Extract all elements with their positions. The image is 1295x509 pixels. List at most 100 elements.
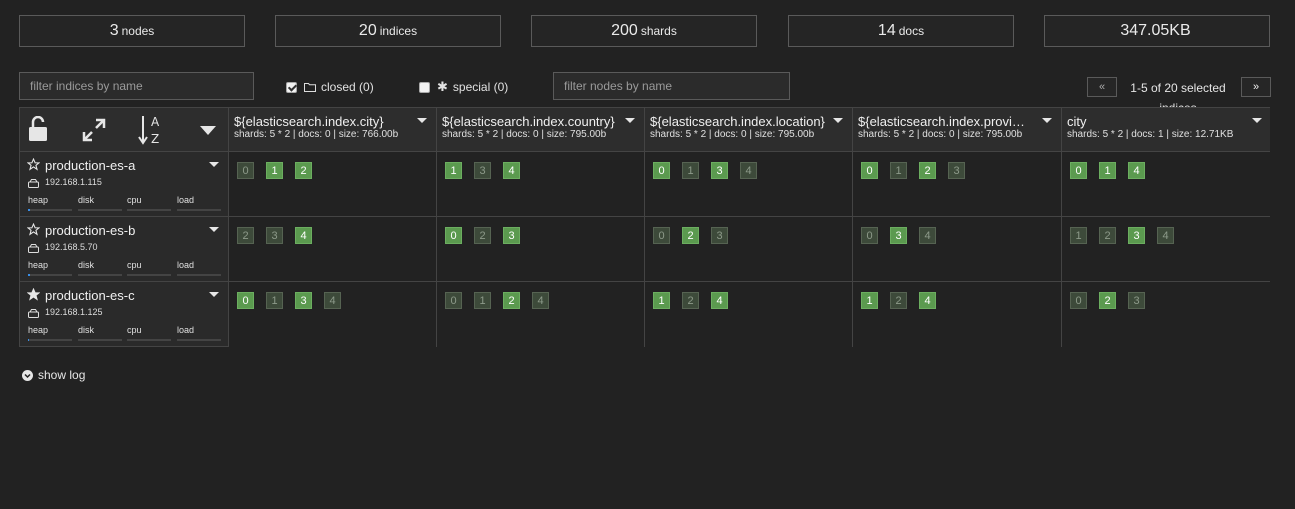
replica-shard[interactable]: 4	[740, 162, 757, 179]
svg-text:Z: Z	[151, 132, 159, 146]
show-log-toggle[interactable]: show log	[22, 368, 85, 382]
shard-list: 023	[653, 227, 740, 244]
replica-shard[interactable]: 1	[474, 292, 491, 309]
replica-shard[interactable]: 1	[890, 162, 907, 179]
index-name[interactable]: ${elasticsearch.index.location}	[650, 114, 835, 129]
primary-shard[interactable]: 0	[861, 162, 878, 179]
primary-shard[interactable]: 0	[445, 227, 462, 244]
index-menu-icon[interactable]	[833, 118, 843, 123]
replica-shard[interactable]: 0	[861, 227, 878, 244]
primary-shard[interactable]: 3	[1128, 227, 1145, 244]
node-menu-icon[interactable]	[209, 292, 219, 297]
primary-shard[interactable]: 2	[1099, 292, 1116, 309]
node-name[interactable]: production-es-a	[45, 158, 135, 173]
replica-shard[interactable]: 2	[682, 292, 699, 309]
primary-shard[interactable]: 0	[1070, 162, 1087, 179]
replica-shard[interactable]: 2	[237, 227, 254, 244]
expand-icon[interactable]	[82, 118, 106, 145]
primary-shard[interactable]: 2	[503, 292, 520, 309]
shard-cell: 124	[645, 282, 853, 347]
primary-shard[interactable]: 4	[503, 162, 520, 179]
node-cell: production-es-c 192.168.1.125 heap disk cp…	[20, 282, 229, 347]
replica-shard[interactable]: 4	[1157, 227, 1174, 244]
index-header[interactable]: ${elasticsearch.index.city} shards: 5 * …	[229, 108, 437, 152]
index-name[interactable]: ${elasticsearch.index.city}	[234, 114, 419, 129]
replica-shard[interactable]: 2	[1099, 227, 1116, 244]
primary-shard[interactable]: 4	[919, 292, 936, 309]
primary-shard[interactable]: 4	[711, 292, 728, 309]
index-header[interactable]: ${elasticsearch.index.location} shards: …	[645, 108, 853, 152]
star-icon[interactable]	[26, 222, 41, 239]
primary-shard[interactable]: 3	[503, 227, 520, 244]
primary-shard[interactable]: 3	[295, 292, 312, 309]
replica-shard[interactable]: 4	[532, 292, 549, 309]
replica-shard[interactable]: 2	[890, 292, 907, 309]
index-menu-icon[interactable]	[1252, 118, 1262, 123]
index-name[interactable]: city	[1067, 114, 1252, 129]
replica-shard[interactable]: 1	[266, 292, 283, 309]
unlock-icon[interactable]	[28, 115, 50, 145]
replica-shard[interactable]: 0	[653, 227, 670, 244]
metric-fill	[28, 209, 31, 211]
index-menu-icon[interactable]	[1042, 118, 1052, 123]
node-menu-icon[interactable]	[209, 227, 219, 232]
special-checkbox-box[interactable]	[419, 81, 430, 93]
index-name[interactable]: ${elasticsearch.index.country}	[442, 114, 627, 129]
replica-shard[interactable]: 1	[1070, 227, 1087, 244]
primary-shard[interactable]: 4	[1128, 162, 1145, 179]
primary-shard[interactable]: 0	[237, 292, 254, 309]
index-header[interactable]: ${elasticsearch.index.province} shards: …	[853, 108, 1062, 152]
replica-shard[interactable]: 0	[237, 162, 254, 179]
replica-shard[interactable]: 2	[474, 227, 491, 244]
node-name[interactable]: production-es-c	[45, 288, 135, 303]
show-log-label: show log	[38, 368, 86, 382]
prev-page-button[interactable]: «	[1087, 77, 1117, 97]
node-ip: 192.168.5.70	[45, 242, 98, 252]
star-icon[interactable]	[26, 157, 41, 174]
primary-shard[interactable]: 2	[295, 162, 312, 179]
next-page-button[interactable]: »	[1241, 77, 1271, 97]
replica-shard[interactable]: 4	[919, 227, 936, 244]
caret-down-icon[interactable]	[200, 126, 216, 135]
node-menu-icon[interactable]	[209, 162, 219, 167]
special-checkbox[interactable]: ✱ special (0)	[419, 80, 508, 94]
primary-shard[interactable]: 1	[861, 292, 878, 309]
replica-shard[interactable]: 0	[445, 292, 462, 309]
metric-bar	[78, 339, 122, 341]
shard-list: 124	[653, 292, 740, 309]
metric-bar	[177, 209, 221, 211]
primary-shard[interactable]: 1	[653, 292, 670, 309]
filter-nodes-input[interactable]	[553, 72, 790, 100]
star-icon[interactable]	[26, 287, 41, 304]
replica-shard[interactable]: 0	[1070, 292, 1087, 309]
primary-shard[interactable]: 3	[890, 227, 907, 244]
primary-shard[interactable]: 2	[919, 162, 936, 179]
cluster-stats: 3 nodes 20 indices 200 shards 14 docs 347.05…	[19, 15, 1270, 47]
primary-shard[interactable]: 1	[1099, 162, 1116, 179]
replica-shard[interactable]: 3	[1128, 292, 1145, 309]
node-name[interactable]: production-es-b	[45, 223, 135, 238]
replica-shard[interactable]: 3	[474, 162, 491, 179]
index-name[interactable]: ${elasticsearch.index.province}	[858, 114, 1032, 129]
replica-shard[interactable]: 3	[266, 227, 283, 244]
replica-shard[interactable]: 1	[682, 162, 699, 179]
index-header[interactable]: ${elasticsearch.index.country} shards: 5…	[437, 108, 645, 152]
filter-indices-input[interactable]	[19, 72, 254, 100]
replica-shard[interactable]: 4	[324, 292, 341, 309]
primary-shard[interactable]: 0	[653, 162, 670, 179]
shard-cell: 124	[853, 282, 1062, 347]
closed-checkbox[interactable]: closed (0)	[286, 80, 374, 94]
primary-shard[interactable]: 2	[682, 227, 699, 244]
index-menu-icon[interactable]	[417, 118, 427, 123]
index-menu-icon[interactable]	[625, 118, 635, 123]
replica-shard[interactable]: 3	[948, 162, 965, 179]
closed-checkbox-box[interactable]	[286, 81, 297, 93]
primary-shard[interactable]: 3	[711, 162, 728, 179]
primary-shard[interactable]: 1	[266, 162, 283, 179]
sort-alpha-icon[interactable]: AZ	[138, 114, 166, 149]
replica-shard[interactable]: 3	[711, 227, 728, 244]
primary-shard[interactable]: 4	[295, 227, 312, 244]
index-header[interactable]: city shards: 5 * 2 | docs: 1 | size: 12.…	[1062, 108, 1270, 152]
shard-list: 1234	[1070, 227, 1186, 244]
primary-shard[interactable]: 1	[445, 162, 462, 179]
